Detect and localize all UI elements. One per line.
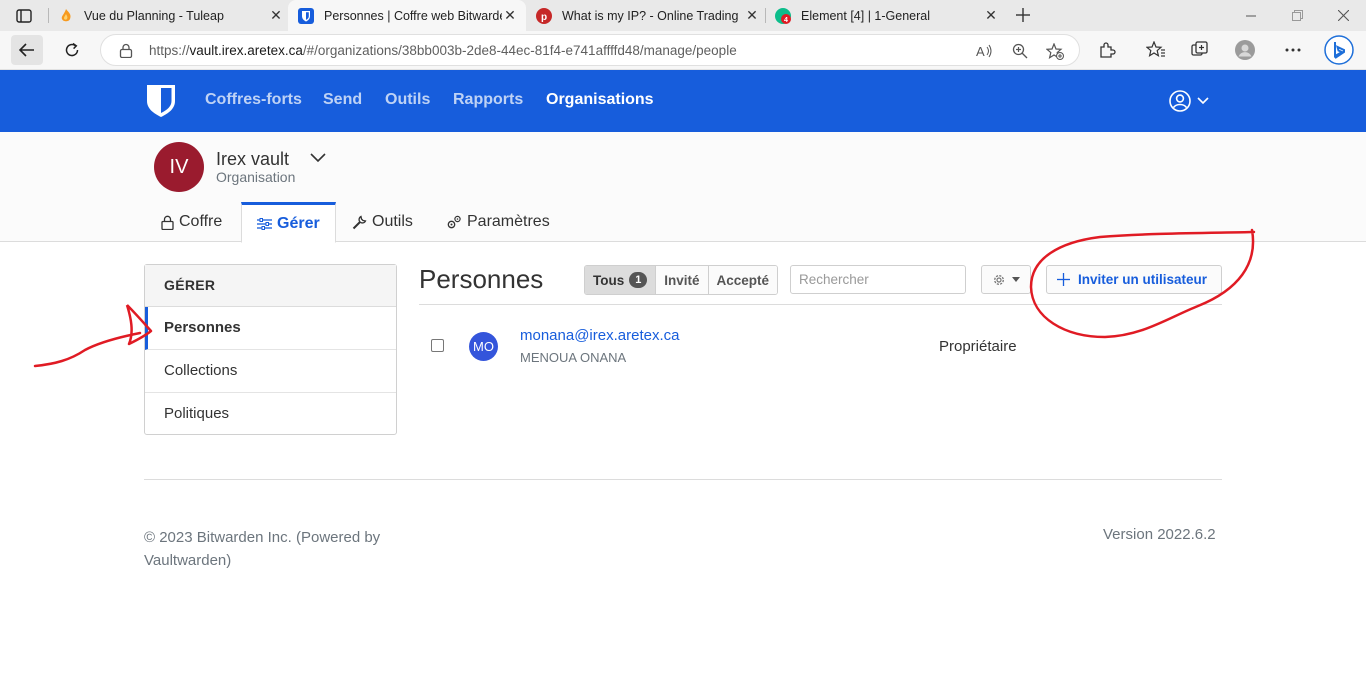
- tab-title: Personnes | Coffre web Bitwarden: [324, 8, 502, 23]
- sidebar-item-people[interactable]: Personnes: [145, 307, 396, 350]
- more-options-icon[interactable]: [1283, 40, 1303, 60]
- sliders-icon: [257, 217, 272, 230]
- close-window-icon[interactable]: [1320, 0, 1366, 31]
- nav-organizations-link[interactable]: Organisations: [546, 91, 654, 109]
- sidebar-heading: GÉRER: [145, 265, 396, 307]
- version-text: Version 2022.6.2: [1103, 526, 1216, 543]
- tab-vault[interactable]: Coffre: [146, 202, 237, 242]
- minimize-icon[interactable]: [1228, 0, 1274, 31]
- tab-vault-label: Coffre: [179, 213, 223, 230]
- browser-tab-element[interactable]: 4 Element [4] | 1-General ✕: [775, 0, 999, 31]
- divider: [419, 304, 1222, 305]
- lock-icon[interactable]: [119, 43, 133, 58]
- page-title: Personnes: [419, 264, 544, 294]
- avatar: MO: [469, 332, 498, 361]
- tab-actions-icon[interactable]: [10, 6, 38, 26]
- tuleap-icon: [58, 8, 74, 24]
- footer-divider: [144, 479, 1222, 480]
- tab-title: Vue du Planning - Tuleap: [84, 8, 224, 23]
- filter-accepted-button[interactable]: Accepté: [708, 266, 778, 294]
- filter-all-button[interactable]: Tous 1: [585, 266, 657, 294]
- back-icon[interactable]: [11, 35, 43, 65]
- nav-reports-link[interactable]: Rapports: [453, 91, 523, 109]
- browser-tab-tuleap[interactable]: Vue du Planning - Tuleap ✕: [58, 0, 284, 31]
- profile-icon[interactable]: [1235, 40, 1255, 60]
- caret-down-icon: [1012, 277, 1020, 282]
- add-favorite-icon[interactable]: [1046, 42, 1064, 60]
- close-tab-icon[interactable]: ✕: [983, 7, 999, 24]
- tab-title: What is my IP? - Online Trading: [562, 8, 739, 23]
- lock-icon: [161, 215, 174, 230]
- search-input[interactable]: [790, 265, 966, 294]
- org-name[interactable]: Irex vault: [216, 149, 289, 170]
- svg-text:4: 4: [784, 17, 788, 24]
- manage-sidebar: GÉRER Personnes Collections Politiques: [144, 264, 397, 435]
- tab-manage[interactable]: Gérer: [241, 202, 336, 243]
- nav-vaults-link[interactable]: Coffres-forts: [205, 91, 302, 109]
- tab-tools-label: Outils: [372, 213, 413, 230]
- bitwarden-icon: [298, 7, 314, 24]
- user-role: Propriétaire: [939, 338, 1017, 355]
- browser-tab-whatismyip[interactable]: p What is my IP? - Online Trading ✕: [536, 0, 760, 31]
- user-name: MENOUA ONANA: [520, 350, 627, 365]
- user-email-link[interactable]: monana@irex.aretex.ca: [520, 327, 679, 344]
- nav-tools-link[interactable]: Outils: [385, 91, 430, 109]
- bing-icon[interactable]: [1324, 35, 1354, 65]
- tab-manage-label: Gérer: [277, 214, 320, 232]
- new-tab-icon[interactable]: [1012, 4, 1034, 26]
- org-type: Organisation: [216, 169, 296, 185]
- refresh-icon[interactable]: [56, 35, 88, 65]
- browser-tab-strip: Vue du Planning - Tuleap ✕ Personnes | C…: [0, 0, 1366, 31]
- bitwarden-logo-icon[interactable]: [146, 84, 176, 118]
- filter-all-label: Tous: [593, 272, 625, 288]
- invite-user-button[interactable]: Inviter un utilisateur: [1046, 265, 1222, 294]
- zoom-icon[interactable]: [1011, 42, 1029, 60]
- restore-icon[interactable]: [1274, 0, 1320, 31]
- tab-separator: [48, 8, 49, 23]
- tab-settings[interactable]: Paramètres: [431, 202, 565, 242]
- tab-settings-label: Paramètres: [467, 213, 550, 230]
- plus-icon: [1057, 273, 1070, 286]
- user-circle-icon: [1169, 90, 1191, 112]
- read-aloud-icon[interactable]: A: [976, 42, 994, 60]
- svg-text:A: A: [976, 44, 985, 59]
- extensions-icon[interactable]: [1097, 40, 1117, 60]
- gear-icon: [992, 273, 1006, 287]
- close-tab-icon[interactable]: ✕: [502, 7, 518, 24]
- tab-separator: [765, 8, 766, 23]
- browser-toolbar: https://vault.irex.aretex.ca/#/organizat…: [0, 31, 1366, 70]
- status-filter-group: Tous 1 Invité Accepté: [584, 265, 779, 295]
- favorites-icon[interactable]: [1146, 40, 1166, 60]
- account-menu[interactable]: [1169, 90, 1209, 112]
- organization-header: IV Irex vault Organisation Coffre Gérer …: [0, 132, 1366, 243]
- element-icon: 4: [775, 7, 791, 24]
- nav-send-link[interactable]: Send: [323, 91, 362, 109]
- filter-invited-button[interactable]: Invité: [656, 266, 709, 294]
- tab-tools[interactable]: Outils: [337, 202, 428, 242]
- org-avatar: IV: [154, 142, 204, 192]
- svg-text:p: p: [541, 12, 547, 23]
- close-tab-icon[interactable]: ✕: [268, 7, 284, 24]
- app-navbar: Coffres-forts Send Outils Rapports Organ…: [0, 70, 1366, 132]
- chevron-down-icon[interactable]: [310, 153, 326, 163]
- wrench-icon: [352, 215, 367, 230]
- invite-user-label: Inviter un utilisateur: [1078, 272, 1208, 287]
- copyright-text: © 2023 Bitwarden Inc. (Powered by Vaultw…: [144, 529, 381, 569]
- address-bar[interactable]: https://vault.irex.aretex.ca/#/organizat…: [100, 34, 1080, 66]
- url-text: https://vault.irex.aretex.ca/#/organizat…: [149, 43, 737, 58]
- annotation-arrow: [33, 331, 142, 368]
- browser-tab-bitwarden[interactable]: Personnes | Coffre web Bitwarden ✕: [288, 0, 526, 31]
- sidebar-item-policies[interactable]: Politiques: [145, 393, 396, 436]
- close-tab-icon[interactable]: ✕: [744, 7, 760, 24]
- gears-icon: [446, 215, 462, 230]
- p-brand-icon: p: [536, 7, 552, 24]
- tab-title: Element [4] | 1-General: [801, 8, 931, 23]
- collections-icon[interactable]: [1190, 40, 1210, 60]
- bulk-actions-button[interactable]: [981, 265, 1031, 294]
- caret-down-icon: [1197, 97, 1209, 105]
- row-checkbox[interactable]: [431, 339, 444, 352]
- count-badge: 1: [629, 272, 648, 288]
- sidebar-item-collections[interactable]: Collections: [145, 350, 396, 393]
